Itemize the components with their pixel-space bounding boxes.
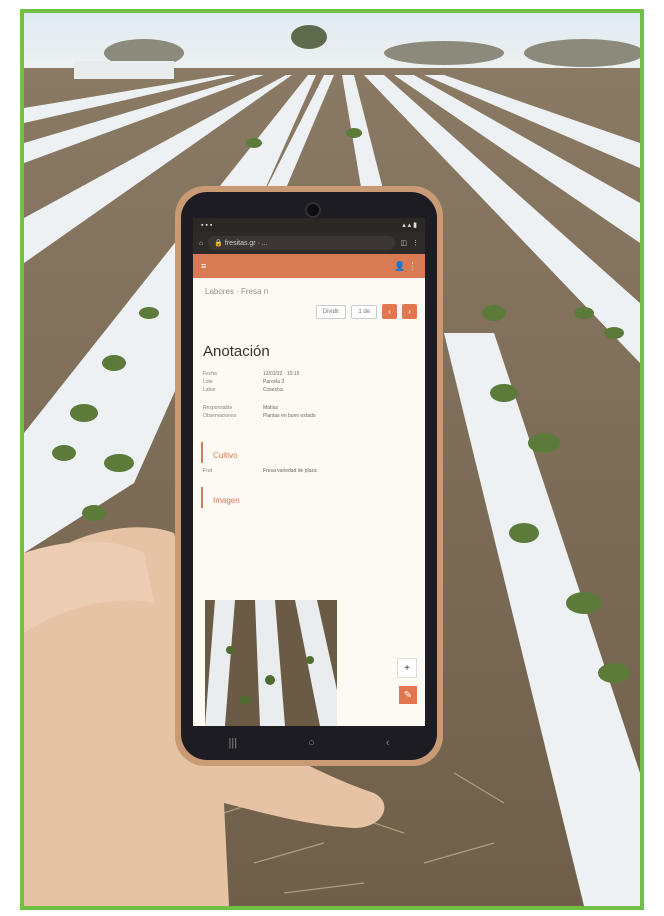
detail-value: Fresa variedad de plaza — [263, 468, 317, 474]
detail-row: Frut Fresa variedad de plaza — [203, 467, 415, 475]
clock-icon: ▪ ▪ ▪ — [201, 221, 213, 229]
signal-icon: ▴ ▴ ▮ — [402, 222, 417, 229]
detail-row: Fecha 13/01/22 · 10:15 — [203, 370, 415, 378]
menu-icon[interactable]: ⋮ — [412, 239, 419, 247]
edit-icon: ✎ — [403, 689, 413, 701]
detail-value: Matías — [263, 405, 279, 411]
detail-label: Responsable — [203, 405, 233, 411]
hamburger-icon[interactable]: ≡ — [201, 261, 206, 271]
detail-label: Fecha — [203, 371, 217, 377]
detail-row: Labor Cosecha — [203, 386, 415, 394]
prev-button[interactable]: ‹ — [382, 304, 397, 319]
app-header: ≡ 👤 ⋮ — [193, 254, 425, 278]
details-group-1: Fecha 13/01/22 · 10:15 Lote Parcela 3 Labo… — [193, 370, 425, 394]
detail-label: Frut — [203, 468, 212, 474]
detail-label: Observaciones — [203, 413, 237, 419]
secondary-button[interactable]: Dividir — [315, 304, 347, 319]
back-icon[interactable]: ‹ — [386, 737, 390, 749]
details-group-2: Responsable Matías Observaciones Plantas e… — [193, 404, 425, 420]
detail-value: 13/01/22 · 10:15 — [263, 371, 300, 377]
attached-photo[interactable] — [205, 600, 337, 726]
home-nav-icon[interactable]: ○ — [308, 737, 315, 749]
status-bar: ▪ ▪ ▪ ▴ ▴ ▮ — [193, 218, 425, 232]
phone-screen: ▪ ▪ ▪ ▴ ▴ ▮ ⌂ 🔒 fresitas.gr · ... ◫ ⋮ ≡ … — [193, 218, 425, 726]
lock-icon: 🔒 — [214, 240, 223, 247]
pager-button[interactable]: 1 de — [351, 304, 377, 319]
detail-value: Plantas en buen estado — [263, 413, 316, 419]
page-title: Anotación — [203, 343, 270, 360]
action-bar: Dividir 1 de ‹ › — [193, 300, 425, 323]
home-icon[interactable]: ⌂ — [199, 240, 203, 247]
detail-label: Lote — [203, 379, 213, 385]
recents-icon[interactable]: ||| — [229, 737, 238, 749]
section-heading-imagen: Imagen — [201, 487, 425, 508]
details-group-3: Frut Fresa variedad de plaza — [193, 467, 425, 475]
photo-frame: ▪ ▪ ▪ ▴ ▴ ▮ ⌂ 🔒 fresitas.gr · ... ◫ ⋮ ≡ … — [20, 9, 644, 910]
url-text: fresitas.gr · ... — [224, 239, 268, 247]
android-nav-bar: ||| ○ ‹ — [193, 730, 425, 756]
smartphone: ▪ ▪ ▪ ▴ ▴ ▮ ⌂ 🔒 fresitas.gr · ... ◫ ⋮ ≡ … — [175, 186, 443, 766]
detail-row: Lote Parcela 3 — [203, 378, 415, 386]
plus-icon: + — [404, 662, 410, 674]
detail-value: Cosecha — [263, 387, 283, 393]
tab-icon[interactable]: ◫ — [400, 239, 407, 247]
breadcrumb[interactable]: Labores · Fresa n — [193, 278, 425, 300]
detail-row: Observaciones Plantas en buen estado — [203, 412, 415, 420]
add-button[interactable]: + — [397, 658, 417, 678]
detail-label: Labor — [203, 387, 216, 393]
detail-row: Responsable Matías — [203, 404, 415, 412]
barn — [74, 61, 174, 79]
address-bar[interactable]: 🔒 fresitas.gr · ... — [208, 236, 396, 250]
next-button[interactable]: › — [402, 304, 417, 319]
browser-toolbar: ⌂ 🔒 fresitas.gr · ... ◫ ⋮ — [193, 232, 425, 254]
user-icon[interactable]: 👤 ⋮ — [394, 261, 417, 272]
phone-bezel: ▪ ▪ ▪ ▴ ▴ ▮ ⌂ 🔒 fresitas.gr · ... ◫ ⋮ ≡ … — [181, 192, 437, 760]
section-heading-cultivo: Cultivo — [201, 442, 425, 463]
edit-button[interactable]: ✎ — [399, 686, 417, 704]
front-camera — [305, 202, 321, 218]
detail-value: Parcela 3 — [263, 379, 285, 385]
